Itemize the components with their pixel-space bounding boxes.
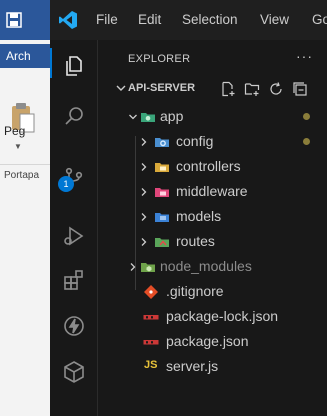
tree-item-gitignore[interactable]: .gitignore <box>98 279 327 304</box>
active-view-indicator <box>50 48 52 78</box>
menu-go[interactable]: Go <box>312 0 327 40</box>
tree-item-label: .gitignore <box>166 283 224 299</box>
tree-item-package-lock[interactable]: package-lock.json <box>98 304 327 329</box>
modified-dot <box>303 138 310 145</box>
folder-app-icon <box>141 113 155 122</box>
workspace-folder-name: API-SERVER <box>128 82 196 94</box>
npm-icon <box>143 315 159 320</box>
clipboard-group-label: Portapa <box>4 170 40 181</box>
tree-item-routes[interactable]: routes <box>98 229 327 254</box>
tree-item-label: package-lock.json <box>166 308 279 324</box>
chevron-down-icon[interactable] <box>115 82 127 94</box>
npm-icon <box>143 340 159 345</box>
chevron-down-icon <box>129 114 137 120</box>
tree-item-node-modules[interactable]: node_modules <box>98 254 327 279</box>
chevron-right-icon <box>141 188 147 196</box>
new-file-icon[interactable] <box>220 81 236 97</box>
paste-label[interactable]: Peg <box>4 124 25 138</box>
tree-item-label: node_modules <box>160 258 252 274</box>
explorer-sidebar: EXPLORER ··· API-SERVER app config contr… <box>98 40 327 416</box>
tree-item-label: config <box>176 133 214 149</box>
paste-icon[interactable] <box>4 88 40 148</box>
folder-config-icon <box>155 138 169 147</box>
menu-view[interactable]: View <box>260 0 289 40</box>
tree-item-package-json[interactable]: package.json <box>98 329 327 354</box>
source-control-badge: 1 <box>58 176 74 192</box>
folder-middleware-icon <box>155 188 169 197</box>
tree-item-label: routes <box>176 233 215 249</box>
modified-dot <box>303 113 310 120</box>
thunder-client-icon[interactable] <box>62 314 86 338</box>
tree-item-config[interactable]: config <box>98 129 327 154</box>
word-tab-file[interactable]: Arch <box>0 44 50 68</box>
ribbon-divider <box>0 164 50 165</box>
refresh-icon[interactable] <box>268 81 284 97</box>
tree-item-controllers[interactable]: controllers <box>98 154 327 179</box>
tree-item-app[interactable]: app <box>98 104 327 129</box>
tree-item-label: app <box>160 108 184 124</box>
remote-explorer-icon[interactable] <box>62 360 86 384</box>
tree-item-label: package.json <box>166 333 249 349</box>
tree-item-label: middleware <box>176 183 248 199</box>
collapse-all-icon[interactable] <box>292 81 308 97</box>
tree-item-middleware[interactable]: middleware <box>98 179 327 204</box>
menu-file[interactable]: File <box>96 0 118 40</box>
save-icon[interactable] <box>6 12 22 28</box>
activity-bar <box>50 40 98 416</box>
tree-item-server-js[interactable]: JS server.js <box>98 354 327 379</box>
menu-selection[interactable]: Selection <box>182 0 238 40</box>
word-titlebar <box>0 0 50 40</box>
vscode-logo-icon <box>59 11 77 29</box>
paste-dropdown-icon[interactable]: ▼ <box>14 142 22 151</box>
word-window: Arch Peg ▼ Portapa <box>0 0 50 416</box>
folder-controllers-icon <box>155 163 169 172</box>
tree-item-label: server.js <box>166 358 219 374</box>
chevron-right-icon <box>141 138 147 146</box>
chevron-right-icon <box>141 213 147 221</box>
chevron-right-icon <box>141 163 147 171</box>
run-and-debug-icon[interactable] <box>62 224 86 248</box>
new-folder-icon[interactable] <box>244 81 260 97</box>
menu-edit[interactable]: Edit <box>138 0 161 40</box>
workspace-header[interactable]: API-SERVER <box>98 78 327 100</box>
git-icon <box>144 285 158 299</box>
explorer-title: EXPLORER <box>128 53 191 65</box>
tree-item-label: controllers <box>176 158 241 174</box>
vscode-titlebar: File Edit Selection View Go <box>50 0 327 40</box>
chevron-right-icon <box>141 238 147 246</box>
folder-node-icon <box>141 263 155 272</box>
js-icon: JS <box>144 359 158 371</box>
tree-item-models[interactable]: models <box>98 204 327 229</box>
folder-routes-icon <box>155 238 169 247</box>
more-actions-icon[interactable]: ··· <box>296 48 313 64</box>
search-icon[interactable] <box>62 104 86 128</box>
chevron-right-icon <box>130 263 136 271</box>
explorer-icon[interactable] <box>62 54 86 78</box>
tree-item-label: models <box>176 208 222 224</box>
extensions-icon[interactable] <box>62 268 86 292</box>
folder-models-icon <box>155 213 169 222</box>
